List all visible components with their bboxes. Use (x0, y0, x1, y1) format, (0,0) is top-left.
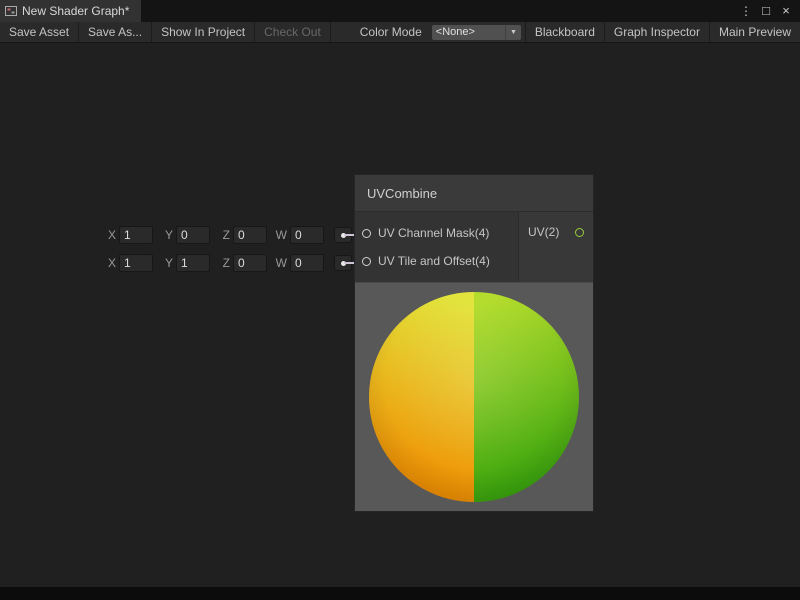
input-port-icon[interactable] (362, 229, 371, 238)
w-drag-label[interactable]: W (275, 228, 287, 242)
shader-graph-icon (5, 5, 17, 17)
sphere-shading (369, 292, 579, 502)
node-title: UVCombine (367, 186, 437, 201)
node-port-area: UV Channel Mask(4) UV Tile and Offset(4)… (355, 212, 593, 282)
vector4-widget-2: X Y Z W (104, 253, 352, 273)
input-port-label: UV Tile and Offset(4) (378, 254, 490, 268)
x-drag-label[interactable]: X (104, 256, 116, 270)
input-port-label: UV Channel Mask(4) (378, 226, 489, 240)
toolbar: Save Asset Save As... Show In Project Ch… (0, 22, 800, 43)
z-drag-label[interactable]: Z (218, 228, 230, 242)
close-icon[interactable]: × (778, 0, 794, 22)
tab-new-shader-graph[interactable]: New Shader Graph* (0, 0, 141, 22)
node-inputs: UV Channel Mask(4) UV Tile and Offset(4) (355, 212, 518, 282)
window-bottom-edge (0, 587, 800, 600)
w-field[interactable] (290, 254, 324, 272)
y-field[interactable] (176, 254, 210, 272)
window-controls: ⋮ □ × (738, 0, 800, 22)
maximize-icon[interactable]: □ (758, 0, 774, 22)
color-mode-value: <None> (436, 26, 505, 38)
y-drag-label[interactable]: Y (161, 256, 173, 270)
toolbar-spacer (331, 22, 354, 42)
z-field[interactable] (233, 226, 267, 244)
color-mode-label: Color Mode (354, 22, 428, 42)
input-port-row: UV Tile and Offset(4) (362, 253, 518, 269)
graph-inspector-button[interactable]: Graph Inspector (604, 22, 709, 42)
main-preview-button[interactable]: Main Preview (709, 22, 800, 42)
x-field[interactable] (119, 254, 153, 272)
output-port-row: UV(2) (528, 225, 584, 239)
vector4-widget-1: X Y Z W (104, 225, 352, 245)
chevron-down-icon: ▼ (505, 25, 517, 40)
y-drag-label[interactable]: Y (161, 228, 173, 242)
tab-title: New Shader Graph* (22, 4, 129, 18)
check-out-button: Check Out (255, 22, 331, 42)
output-port-label: UV(2) (528, 225, 559, 239)
show-in-project-button[interactable]: Show In Project (152, 22, 255, 42)
blackboard-button[interactable]: Blackboard (525, 22, 604, 42)
node-title-bar[interactable]: UVCombine (355, 175, 593, 212)
save-asset-button[interactable]: Save Asset (0, 22, 79, 42)
tab-bar: New Shader Graph* ⋮ □ × (0, 0, 800, 22)
toolbar-right-group: Blackboard Graph Inspector Main Preview (525, 22, 800, 42)
save-as-button[interactable]: Save As... (79, 22, 152, 42)
node-preview (355, 282, 593, 511)
x-drag-label[interactable]: X (104, 228, 116, 242)
node-outputs: UV(2) (518, 212, 593, 282)
color-mode-dropdown[interactable]: <None> ▼ (432, 25, 521, 40)
output-port-icon[interactable] (575, 228, 584, 237)
x-field[interactable] (119, 226, 153, 244)
y-field[interactable] (176, 226, 210, 244)
z-field[interactable] (233, 254, 267, 272)
w-drag-label[interactable]: W (275, 256, 287, 270)
input-port-icon[interactable] (362, 257, 371, 266)
shader-graph-window: New Shader Graph* ⋮ □ × Save Asset Save … (0, 0, 800, 600)
input-port-row: UV Channel Mask(4) (362, 225, 518, 241)
window-menu-icon[interactable]: ⋮ (738, 0, 754, 22)
z-drag-label[interactable]: Z (218, 256, 230, 270)
node-uvcombine[interactable]: UVCombine UV Channel Mask(4) UV Tile and… (355, 175, 593, 511)
preview-sphere (369, 292, 579, 502)
w-field[interactable] (290, 226, 324, 244)
